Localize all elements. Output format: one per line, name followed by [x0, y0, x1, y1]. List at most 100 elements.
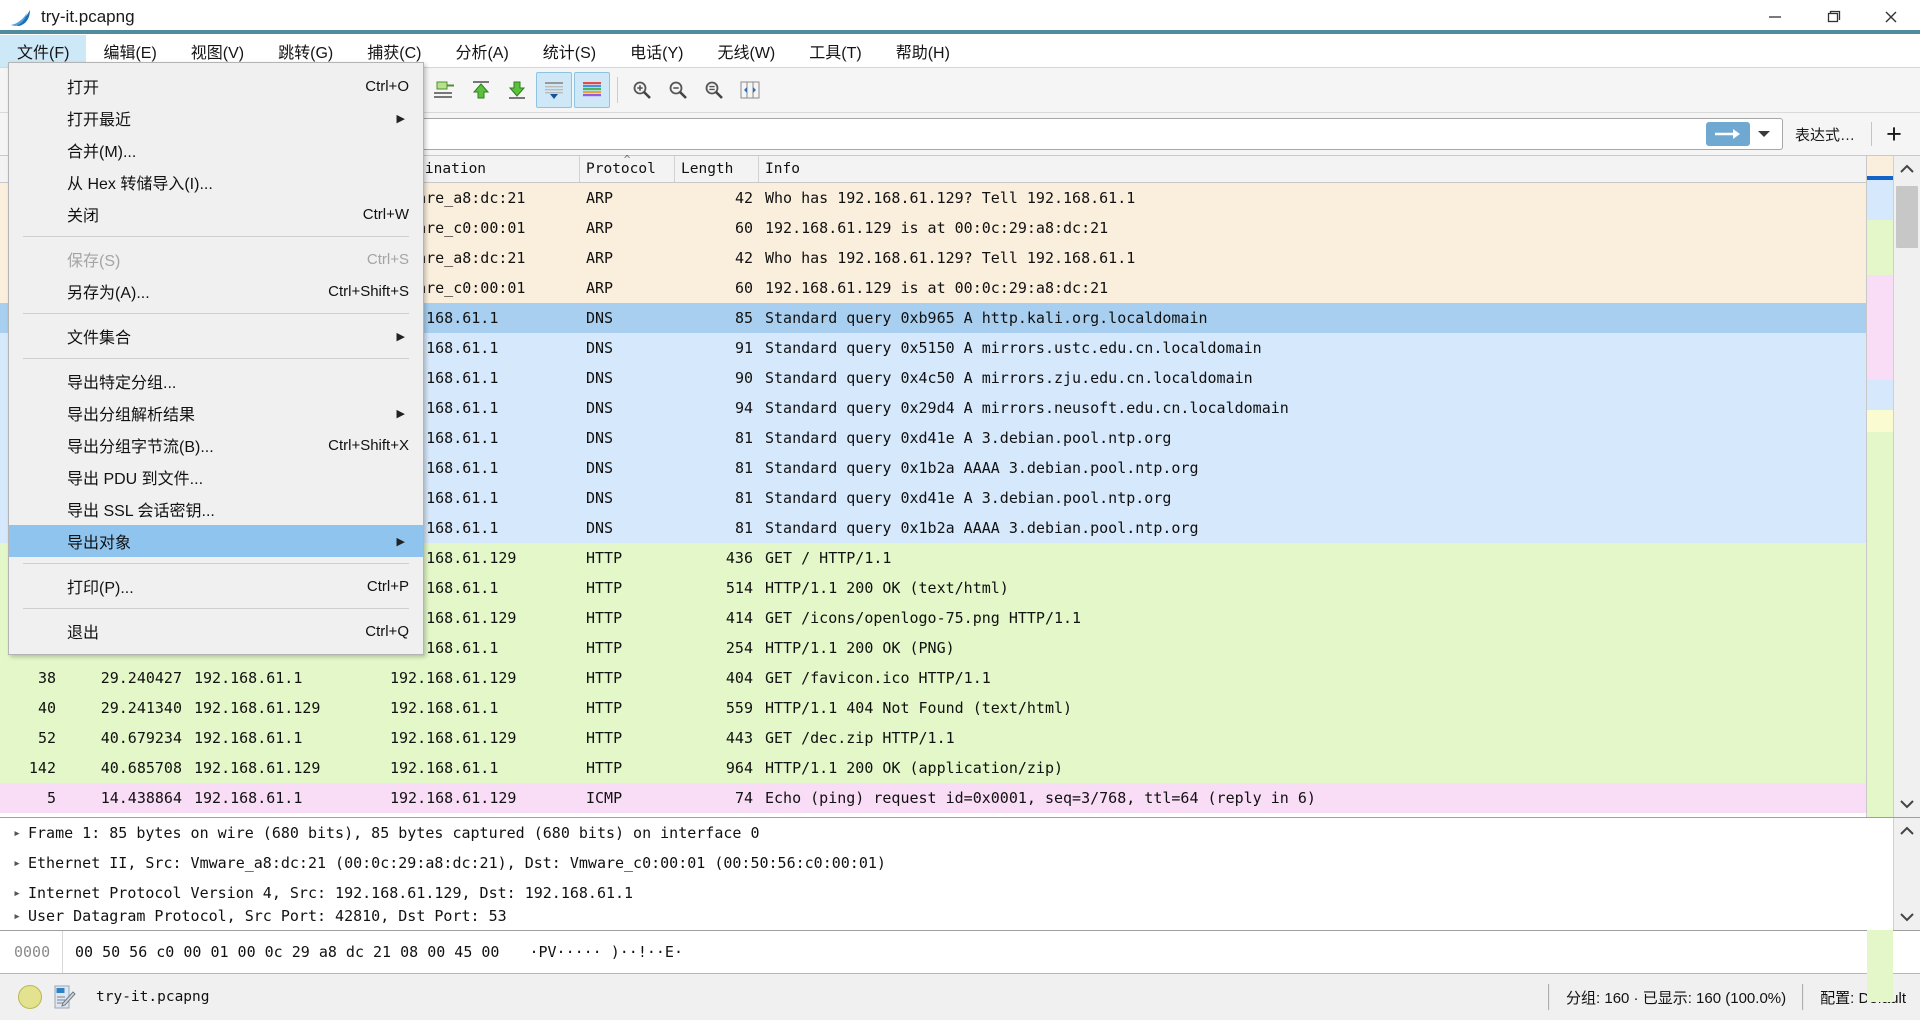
menu-separator [23, 608, 409, 609]
table-row[interactable]: 52 40.679234 192.168.61.1 192.168.61.129 HTT… [0, 723, 1920, 753]
scroll-down-icon[interactable] [1894, 791, 1920, 817]
cell-protocol: HTTP [586, 729, 623, 747]
cell-info: GET /icons/openlogo-75.png HTTP/1.1 [765, 609, 1082, 627]
menu-item[interactable]: 另存为(A)... Ctrl+Shift+S [9, 275, 423, 307]
column-header-protocol[interactable]: ^ Protocol [580, 153, 675, 182]
cell-length: 559 [725, 699, 753, 717]
packet-details-pane[interactable]: ▸ Frame 1: 85 bytes on wire (680 bits), … [0, 817, 1920, 930]
menu-wireless[interactable]: 无线(W) [700, 35, 793, 67]
menu-item[interactable]: 导出分组解析结果 ▶ [9, 397, 423, 429]
menu-item[interactable]: 打开最近 ▶ [9, 102, 423, 134]
cell-length: 74 [734, 789, 753, 807]
add-filter-button[interactable]: + [1876, 119, 1912, 149]
menu-item[interactable]: 导出对象 ▶ [9, 525, 423, 557]
table-row[interactable]: 142 40.685708 192.168.61.129 192.168.61.1 HT… [0, 753, 1920, 783]
apply-filter-arrow-icon[interactable] [1705, 122, 1750, 146]
cell-no: 5 [46, 789, 56, 807]
maximize-button[interactable] [1804, 0, 1862, 34]
expand-triangle-icon[interactable]: ▸ [6, 909, 28, 924]
cell-no: 40 [37, 699, 56, 717]
cell-info: Standard query 0x1b2a AAAA 3.debian.pool… [765, 459, 1199, 477]
go-to-packet-icon[interactable] [428, 73, 462, 107]
detail-row-ethernet[interactable]: ▸ Ethernet II, Src: Vmware_a8:dc:21 (00:… [0, 848, 1920, 878]
expand-triangle-icon[interactable]: ▸ [6, 826, 28, 841]
table-row[interactable]: 5 14.438864 192.168.61.1 192.168.61.129 ICMP… [0, 783, 1920, 813]
menu-item[interactable]: 退出 Ctrl+Q [9, 615, 423, 647]
autoscroll-icon[interactable] [536, 72, 572, 108]
detail-pane-scrollbar[interactable] [1893, 818, 1920, 930]
column-header-length[interactable]: Length [675, 156, 759, 182]
expert-info-circle-icon[interactable] [18, 985, 42, 1009]
go-first-icon[interactable] [464, 73, 498, 107]
menu-item-label: 导出分组字节流(B)... [67, 439, 214, 456]
menu-item[interactable]: 导出特定分组... [9, 365, 423, 397]
scroll-up-icon[interactable] [1894, 156, 1920, 182]
status-bar: try-it.pcapng 分组: 160 · 已显示: 160 (100.0%… [0, 973, 1920, 1020]
title-accent-strip [0, 30, 1920, 34]
menu-item[interactable]: 从 Hex 转储导入(I)... [9, 166, 423, 198]
zoom-in-icon[interactable] [625, 73, 659, 107]
scroll-up-icon[interactable] [1894, 818, 1920, 844]
cell-protocol: HTTP [586, 759, 623, 777]
scroll-down-icon[interactable] [1894, 904, 1920, 930]
status-separator [1802, 984, 1805, 1010]
packet-bytes-pane[interactable]: 0000 00 50 56 c0 00 01 00 0c 29 a8 dc 21… [0, 930, 1920, 973]
scrollbar-thumb[interactable] [1896, 186, 1918, 248]
detail-text-frame: Frame 1: 85 bytes on wire (680 bits), 85… [28, 824, 760, 842]
detail-text-ipv4: Internet Protocol Version 4, Src: 192.16… [28, 884, 634, 902]
menu-item-shortcut: Ctrl+S [366, 250, 409, 268]
capture-file-properties-icon[interactable] [54, 984, 76, 1010]
status-file-name: try-it.pcapng [96, 989, 210, 1005]
cell-protocol: ARP [586, 249, 614, 267]
status-bar-right: 分组: 160 · 已显示: 160 (100.0%) 配置: Default [1532, 984, 1912, 1010]
cell-source: 192.168.61.1 [194, 729, 303, 747]
menu-analyze[interactable]: 分析(A) [438, 35, 526, 67]
menu-help[interactable]: 帮助(H) [878, 35, 967, 67]
zoom-reset-icon[interactable] [697, 73, 731, 107]
cell-info: Standard query 0x1b2a AAAA 3.debian.pool… [765, 519, 1199, 537]
file-menu-popup[interactable]: 打开 Ctrl+O 打开最近 ▶ 合并(M)... 从 Hex 转储导入(I)... 关闭 C… [8, 62, 424, 655]
menu-tools[interactable]: 工具(T) [792, 35, 879, 67]
expand-triangle-icon[interactable]: ▸ [6, 886, 28, 901]
menu-item[interactable]: 文件集合 ▶ [9, 320, 423, 352]
cell-info: Standard query 0xb965 A http.kali.org.lo… [765, 309, 1208, 327]
cell-length: 60 [734, 279, 753, 297]
cell-source: 192.168.61.129 [194, 699, 321, 717]
menu-item[interactable]: 导出分组字节流(B)... Ctrl+Shift+X [9, 429, 423, 461]
cell-length: 436 [725, 549, 753, 567]
cell-no: 52 [37, 729, 56, 747]
packet-map-segment [1867, 380, 1893, 410]
colorize-icon[interactable] [574, 72, 610, 108]
resize-columns-icon[interactable] [733, 73, 767, 107]
go-last-icon[interactable] [500, 73, 534, 107]
menu-item[interactable]: 导出 PDU 到文件... [9, 461, 423, 493]
filter-expression-button[interactable]: 表达式… [1783, 124, 1867, 145]
column-header-info[interactable]: Info [759, 156, 1920, 182]
wireshark-window: try-it.pcapng 文件(F) 编辑(E) 视图(V) 跳转(G) 捕获… [0, 0, 1920, 1020]
cell-protocol: HTTP [586, 639, 623, 657]
detail-row-udp[interactable]: ▸ User Datagram Protocol, Src Port: 4281… [0, 908, 1920, 924]
minimize-button[interactable] [1746, 0, 1804, 34]
chevron-down-icon[interactable] [1750, 122, 1778, 146]
menu-item[interactable]: 合并(M)... [9, 134, 423, 166]
packet-list-scrollbar[interactable] [1893, 156, 1920, 817]
title-bar-left: try-it.pcapng [0, 7, 135, 27]
menu-item[interactable]: 关闭 Ctrl+W [9, 198, 423, 230]
detail-row-ipv4[interactable]: ▸ Internet Protocol Version 4, Src: 192.… [0, 878, 1920, 908]
cell-info: HTTP/1.1 200 OK (application/zip) [765, 759, 1064, 777]
cell-length: 60 [734, 219, 753, 237]
detail-row-frame[interactable]: ▸ Frame 1: 85 bytes on wire (680 bits), … [0, 818, 1920, 848]
menu-statistics[interactable]: 统计(S) [525, 35, 614, 67]
menu-telephony[interactable]: 电话(Y) [613, 35, 701, 67]
expand-triangle-icon[interactable]: ▸ [6, 856, 28, 871]
menu-item[interactable]: 导出 SSL 会话密钥... [9, 493, 423, 525]
cell-length: 42 [734, 249, 753, 267]
cell-protocol: ARP [586, 219, 614, 237]
zoom-out-icon[interactable] [661, 73, 695, 107]
table-row[interactable]: 40 29.241340 192.168.61.129 192.168.61.1 HTT… [0, 693, 1920, 723]
table-row[interactable]: 38 29.240427 192.168.61.1 192.168.61.129 HTT… [0, 663, 1920, 693]
menu-item[interactable]: 打印(P)... Ctrl+P [9, 570, 423, 602]
menu-item[interactable]: 打开 Ctrl+O [9, 70, 423, 102]
cell-protocol: DNS [586, 339, 614, 357]
close-button[interactable] [1862, 0, 1920, 34]
